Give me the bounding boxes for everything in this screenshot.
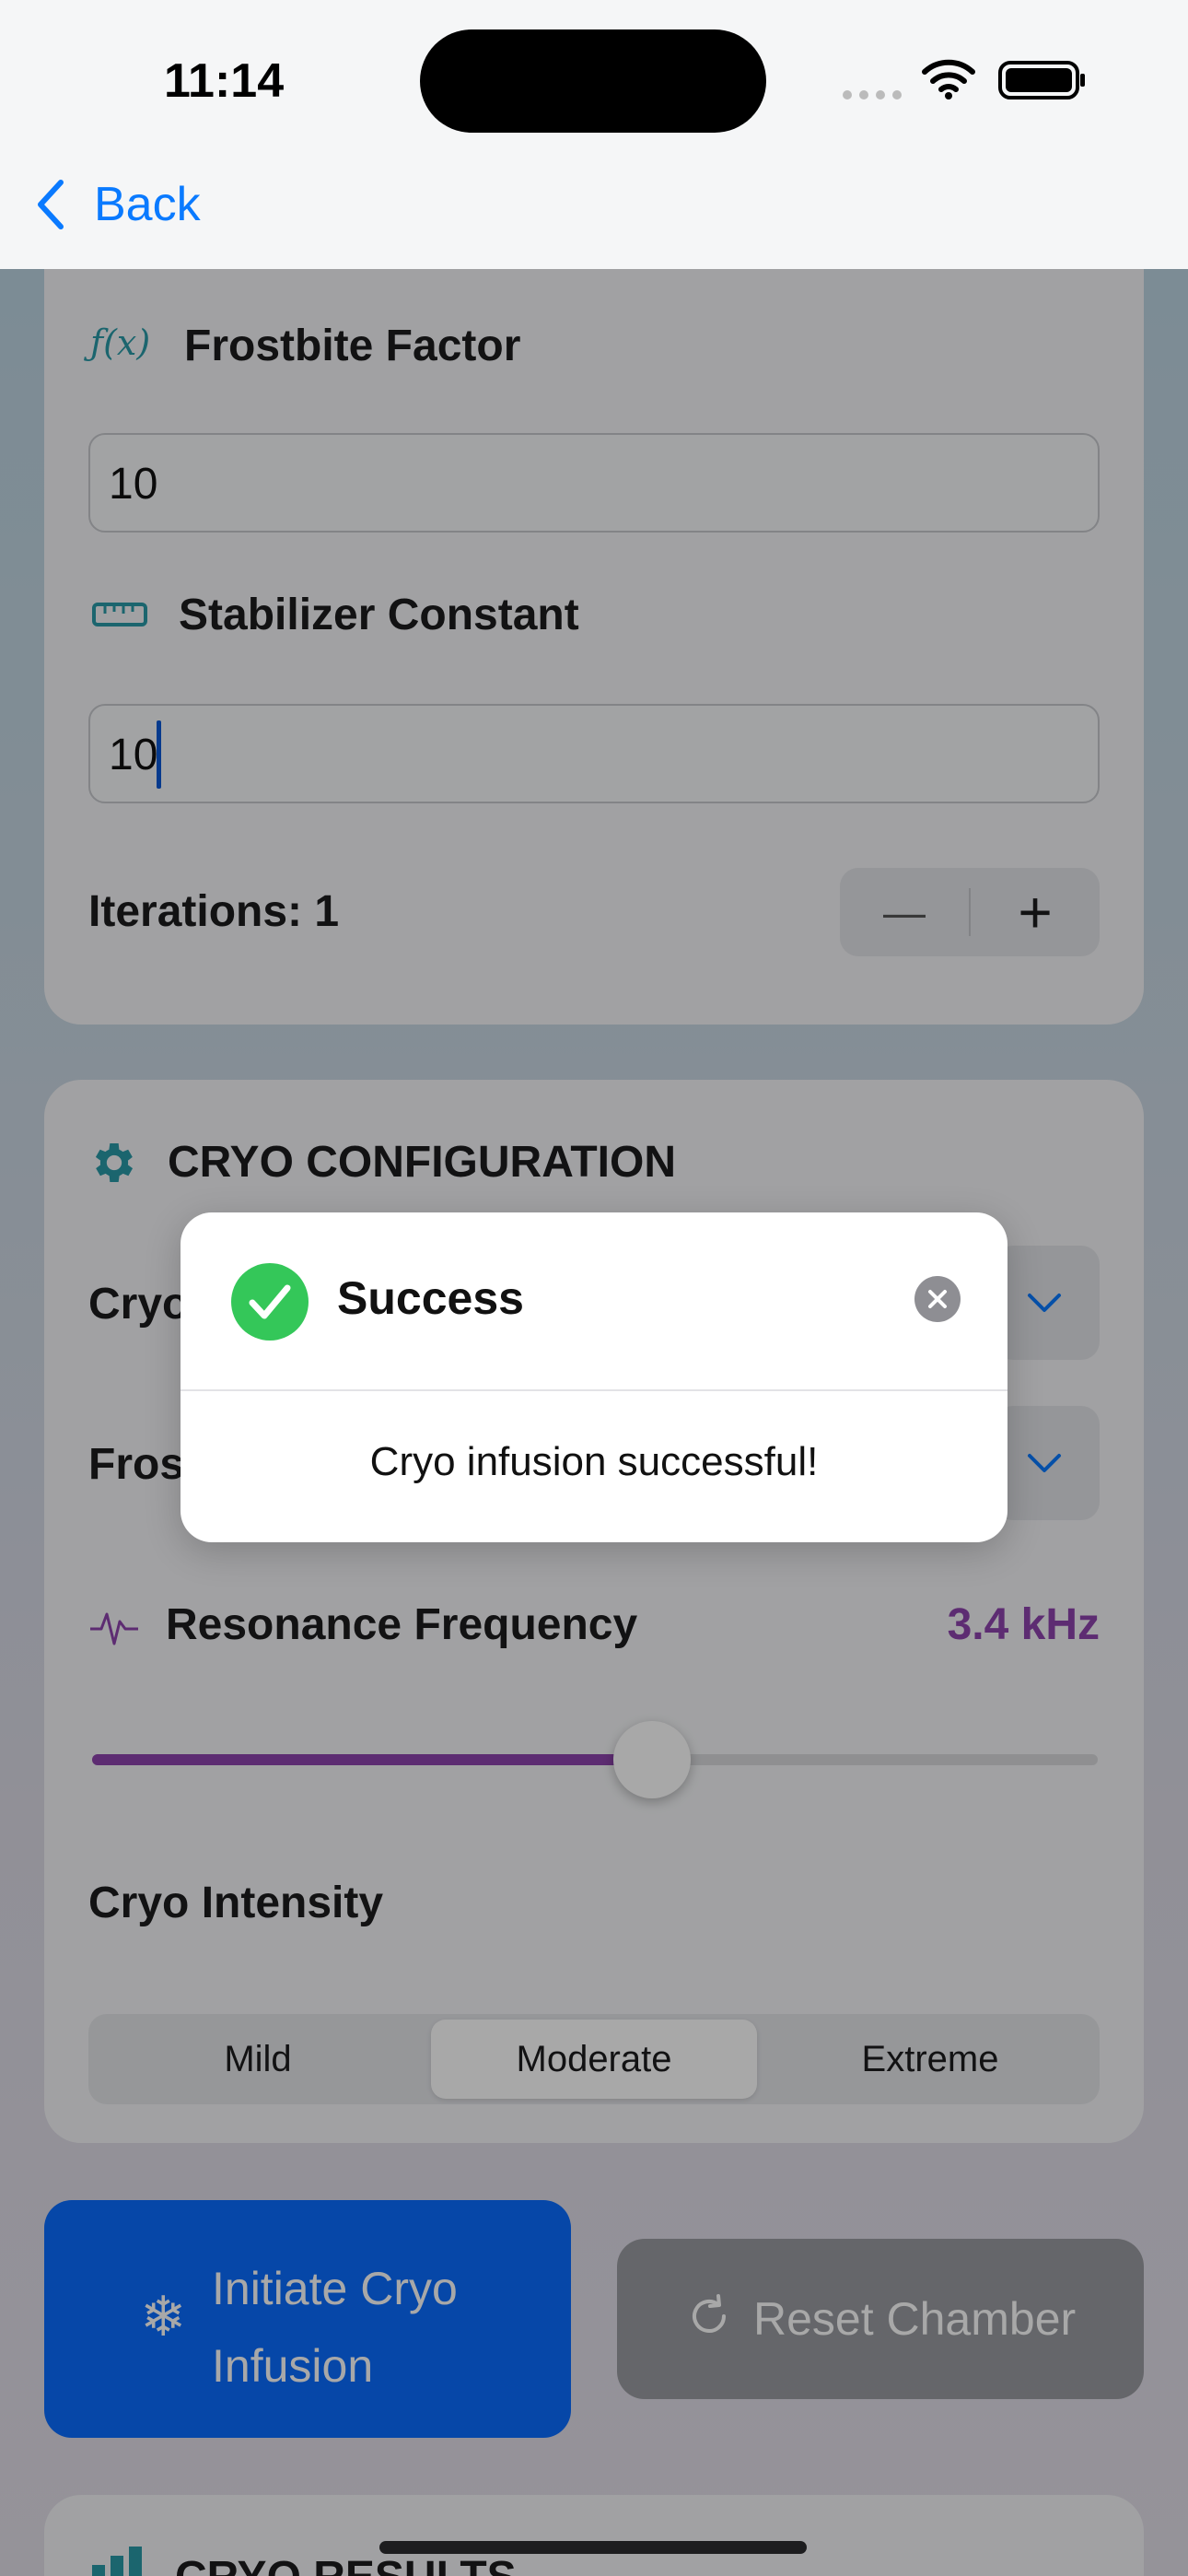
wifi-icon: [921, 59, 976, 104]
back-label: Back: [94, 178, 201, 231]
cellular-signal-icon: [842, 88, 906, 105]
alert-title: Success: [337, 1272, 524, 1324]
chevron-left-icon: [38, 180, 64, 229]
checkmark-circle-icon: [230, 1262, 309, 1346]
dynamic-island: [420, 29, 766, 133]
success-alert: Success Cryo infusion successful!: [181, 1212, 1007, 1542]
battery-icon: [998, 61, 1087, 104]
back-button[interactable]: Back: [33, 177, 201, 232]
close-icon[interactable]: [914, 1275, 961, 1328]
alert-message: Cryo infusion successful!: [369, 1439, 819, 1484]
navigation-header: 11:14 Back: [0, 0, 1188, 269]
status-time: 11:14: [164, 54, 285, 108]
home-indicator: [379, 2541, 807, 2554]
alert-divider: [181, 1389, 1007, 1391]
